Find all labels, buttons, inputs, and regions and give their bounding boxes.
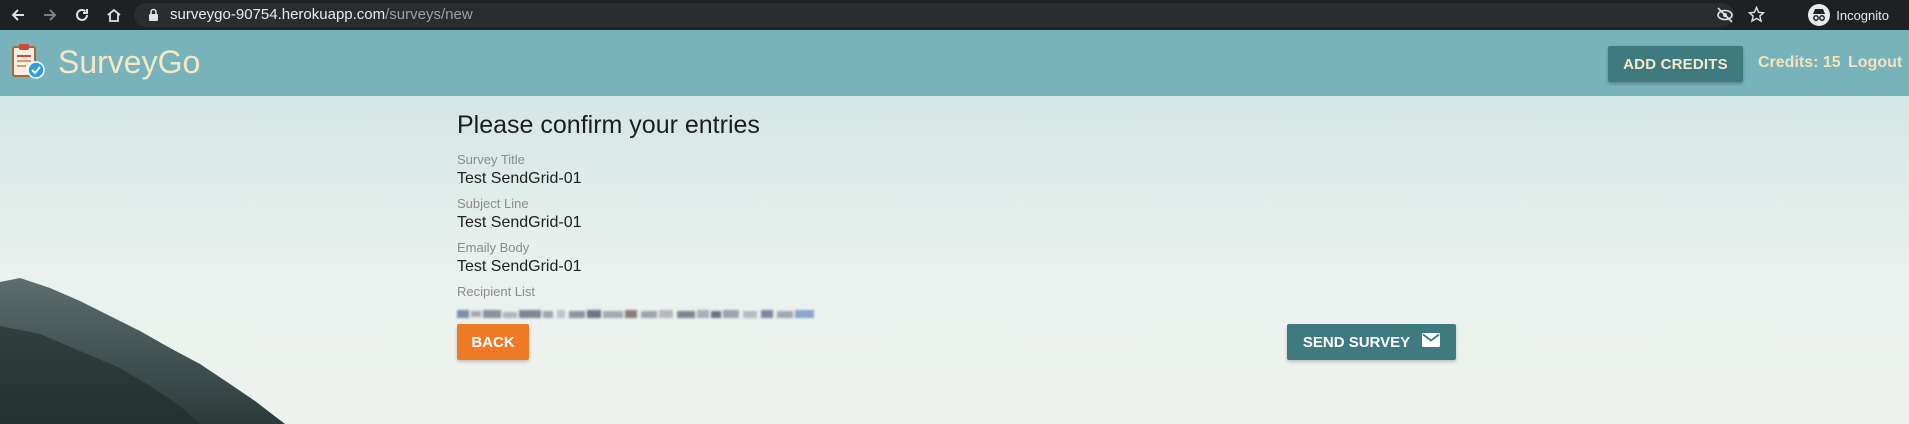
subject-line-value: Test SendGrid-01: [457, 214, 582, 231]
mail-icon: [1422, 333, 1441, 351]
confirm-form: Please confirm your entries Survey Title…: [457, 96, 1457, 424]
recipient-list-label: Recipient List: [457, 284, 536, 299]
browser-toolbar: surveygo-90754.herokuapp.com/surveys/new…: [0, 0, 1909, 30]
email-body-label: Emaily Body: [457, 240, 530, 255]
recipient-list-value-redacted: [457, 310, 814, 318]
star-icon[interactable]: [1747, 5, 1766, 28]
home-icon[interactable]: [102, 3, 126, 27]
incognito-icon: [1808, 4, 1831, 26]
survey-title-label: Survey Title: [457, 152, 525, 167]
back-button[interactable]: BACK: [457, 324, 529, 360]
add-credits-button[interactable]: ADD CREDITS: [1608, 46, 1743, 82]
arrow-left-icon[interactable]: [6, 3, 30, 27]
logout-link[interactable]: Logout: [1848, 54, 1902, 72]
reload-icon[interactable]: [70, 3, 94, 27]
send-survey-label: SEND SURVEY: [1302, 333, 1411, 351]
incognito-indicator[interactable]: Incognito: [1808, 2, 1889, 28]
app-header: SurveyGo ADD CREDITS Credits: 15 Logout: [0, 30, 1909, 96]
send-survey-button[interactable]: SEND SURVEY: [1287, 324, 1456, 360]
arrow-right-icon[interactable]: [38, 3, 62, 27]
eye-off-icon[interactable]: [1716, 7, 1734, 28]
url-text: surveygo-90754.herokuapp.com/surveys/new: [170, 6, 473, 23]
incognito-label: Incognito: [1836, 7, 1889, 23]
page-title: Please confirm your entries: [457, 111, 760, 139]
clipboard-check-icon[interactable]: [12, 42, 46, 82]
lock-icon: [148, 8, 159, 27]
subject-line-label: Subject Line: [457, 196, 529, 211]
email-body-value: Test SendGrid-01: [457, 258, 582, 275]
credits-count: Credits: 15: [1758, 54, 1841, 71]
survey-title-value: Test SendGrid-01: [457, 170, 582, 187]
brand-logo-text[interactable]: SurveyGo: [58, 44, 200, 81]
